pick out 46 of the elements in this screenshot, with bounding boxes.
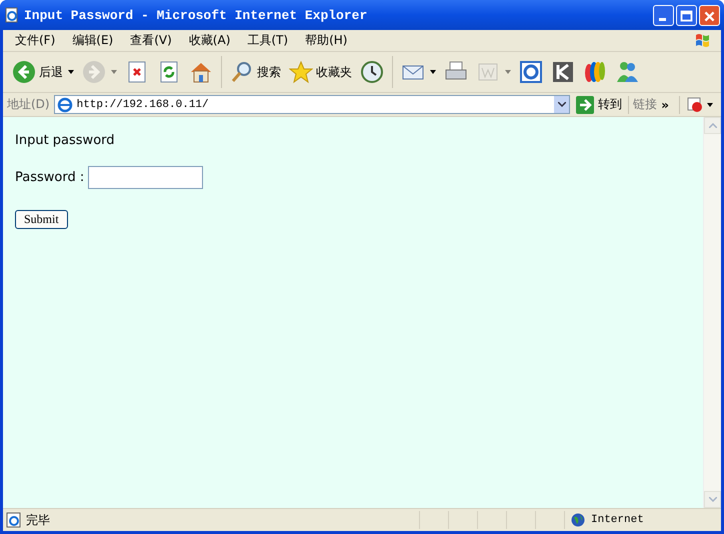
dropdown-button[interactable]	[554, 96, 570, 113]
go-button[interactable]: 转到	[574, 96, 624, 114]
page-icon	[4, 7, 20, 23]
menu-item[interactable]: 编辑(E)	[64, 32, 122, 49]
ring-icon	[519, 60, 543, 84]
menu-item[interactable]: 查看(V)	[122, 32, 181, 49]
document-icon	[686, 96, 704, 114]
people-icon	[615, 60, 639, 84]
page-icon	[6, 512, 22, 528]
letter-tile-icon	[551, 60, 575, 84]
page-icon	[56, 96, 73, 112]
clock-icon	[360, 60, 384, 84]
menu-item[interactable]: 文件(F)	[7, 32, 64, 49]
search-icon	[230, 60, 254, 84]
page-heading: Input password	[15, 133, 116, 148]
colored-dots-icon	[583, 60, 607, 84]
chevron-up-icon	[708, 123, 716, 128]
chevron-down-icon	[558, 102, 566, 107]
menu-item[interactable]: 收藏(A)	[180, 32, 240, 49]
status-text: 完毕	[26, 512, 51, 528]
address-label: 地址(D)	[7, 96, 50, 113]
toolbar-button[interactable]: 搜索	[227, 58, 284, 86]
star-icon	[289, 60, 313, 84]
menu-item[interactable]: 帮助(H)	[297, 32, 356, 49]
minimize-icon	[659, 18, 666, 20]
house-icon	[189, 60, 213, 84]
links-label[interactable]: 链接	[633, 96, 658, 113]
password-field[interactable]	[88, 166, 204, 189]
caret-icon	[707, 102, 713, 106]
toolbar-button[interactable]: 后退	[9, 58, 77, 86]
toolbar-button[interactable]: 收藏夹	[286, 58, 355, 86]
close-button[interactable]	[699, 4, 720, 26]
chevron-down-icon	[708, 497, 716, 502]
window-title: Input Password - Microsoft Internet Explorer	[24, 8, 368, 22]
globe-icon	[571, 513, 585, 527]
caret-icon[interactable]	[68, 70, 74, 74]
minimize-button[interactable]	[653, 4, 674, 26]
address-field[interactable]: http://192.168.0.11/	[54, 95, 570, 114]
maximize-button[interactable]	[676, 4, 697, 26]
menu-item[interactable]: 工具(T)	[239, 32, 298, 49]
more-chevron[interactable]: »	[661, 98, 669, 112]
caret-icon[interactable]	[430, 70, 436, 74]
password-label: Password :	[15, 170, 84, 185]
arrow-right-icon	[576, 96, 594, 114]
submit-button[interactable]: Submit	[15, 210, 68, 229]
zone-text: Internet	[591, 514, 644, 526]
